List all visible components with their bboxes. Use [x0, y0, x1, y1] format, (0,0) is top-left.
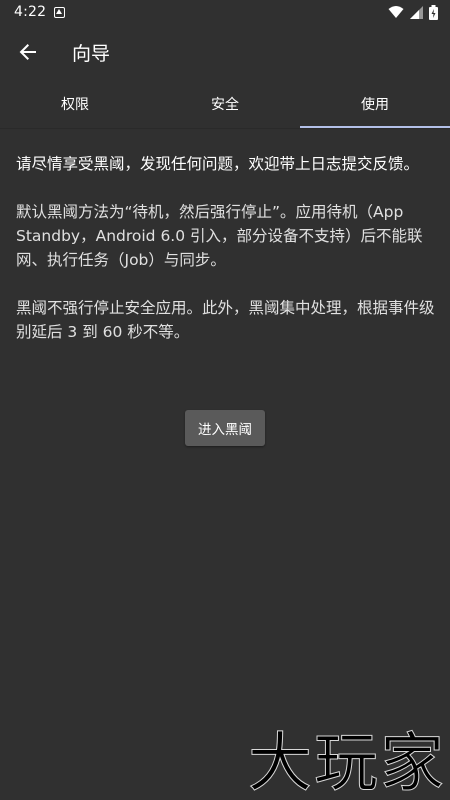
notification-icon — [54, 6, 66, 18]
paragraph-default-method: 默认黑阈方法为“待机，然后强行停止”。应用待机（App Standby，Andr… — [16, 203, 423, 269]
signal-icon — [410, 5, 423, 19]
tab-bar: 权限 安全 使用 — [0, 80, 450, 129]
content-area: 请尽情享受黑阈，发现任何问题，欢迎带上日志提交反馈。 默认黑阈方法为“待机，然后… — [16, 128, 436, 344]
tab-permissions[interactable]: 权限 — [0, 80, 150, 128]
tab-label: 安全 — [211, 97, 239, 113]
paragraph-safe-apps: 黑阈不强行停止安全应用。此外，黑阈集中处理，根据事件级别延后 3 到 60 秒不… — [16, 299, 435, 341]
watermark: 大玩家 — [248, 727, 446, 800]
tab-label: 权限 — [61, 97, 89, 113]
status-bar: 4:22 — [0, 0, 450, 24]
screen: 4:22 向导 权限 安全 使用 请尽情享受黑阈，发现任何问题，欢迎带上日志提交… — [0, 0, 450, 800]
back-button[interactable] — [0, 24, 56, 80]
wifi-icon — [388, 6, 404, 18]
status-left: 4:22 — [14, 4, 66, 20]
battery-icon — [429, 4, 438, 20]
arrow-back-icon — [19, 44, 36, 60]
tab-usage[interactable]: 使用 — [300, 80, 450, 128]
status-right — [388, 4, 438, 20]
tab-security[interactable]: 安全 — [150, 80, 300, 128]
intro-text: 请尽情享受黑阈，发现任何问题，欢迎带上日志提交反馈。 — [16, 155, 420, 173]
status-time: 4:22 — [14, 4, 47, 20]
tab-label: 使用 — [361, 97, 389, 113]
app-bar: 向导 — [0, 24, 450, 80]
enter-button[interactable]: 进入黑阈 — [185, 410, 265, 446]
page-title: 向导 — [72, 42, 111, 65]
